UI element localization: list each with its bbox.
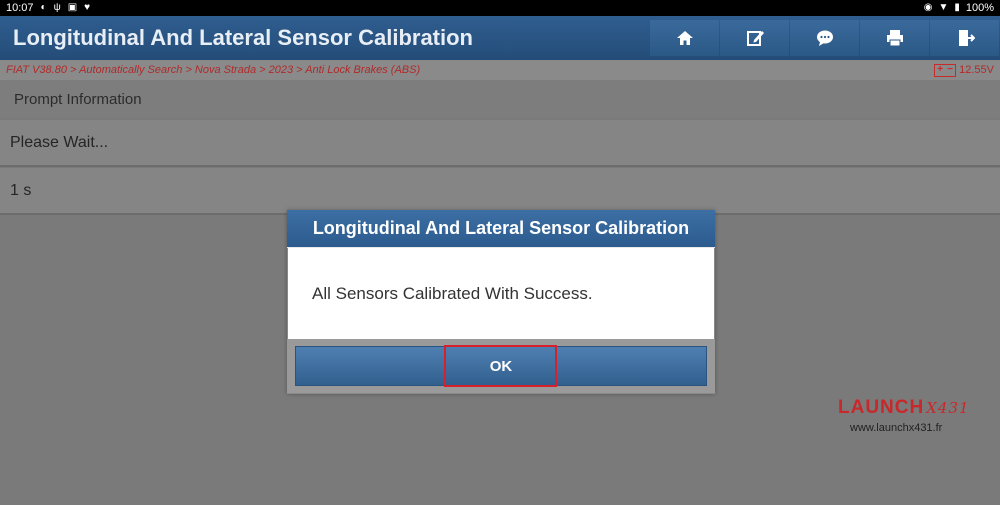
toolbar [650,16,1000,60]
chat-icon [816,30,833,46]
ok-highlight-box [444,345,557,387]
dialog-title: Longitudinal And Lateral Sensor Calibrat… [287,210,715,248]
launch-logo: LAUNCH X431 [838,397,970,418]
message-icon: ▣ [67,2,78,13]
edit-report-button[interactable] [720,20,789,56]
watermark-url: www.launchx431.fr [850,422,943,434]
list-item: Please Wait... [0,120,1000,167]
usb-icon: ψ [53,2,61,13]
home-icon [676,31,693,45]
ok-button[interactable]: OK [295,345,707,387]
print-icon [886,30,903,47]
calibration-dialog: Longitudinal And Lateral Sensor Calibrat… [287,210,715,394]
voltage-value: 12.55V [959,64,994,76]
print-button[interactable] [860,20,929,56]
wifi-icon: ▼ [938,2,949,13]
battery-voltage: + − 12.55V [934,63,994,77]
home-button[interactable] [650,20,719,56]
status-bar: 10:07 ◐ ψ ▣ ♥ ◉ ▼ ▮ 100% [0,0,1000,16]
page-title: Longitudinal And Lateral Sensor Calibrat… [13,25,473,50]
breadcrumb-path: FIAT V38.80 > Automatically Search > Nov… [6,64,421,76]
battery-status-icon: ▮ [954,2,960,13]
shield-icon: ♥ [84,2,91,13]
battery-percent: 100% [965,2,994,14]
prompt-information-header: Prompt Information [0,80,1000,118]
list-item: 1 s [0,168,1000,215]
exit-button[interactable] [930,20,999,56]
status-time: 10:07 [6,2,34,14]
dialog-message: All Sensors Calibrated With Success. [288,248,714,339]
sync-icon: ◉ [923,2,933,13]
dialog-footer: OK [287,339,715,393]
edit-icon [746,31,764,46]
feedback-button[interactable] [790,20,859,56]
title-bar: Longitudinal And Lateral Sensor Calibrat… [0,16,1000,60]
breadcrumb: FIAT V38.80 > Automatically Search > Nov… [0,60,1000,80]
launch-watermark: LAUNCH X431 www.launchx431.fr [838,397,988,434]
car-battery-icon: + − [934,63,957,77]
exit-icon [958,30,975,46]
app-notification-icon: ◐ [40,2,47,13]
